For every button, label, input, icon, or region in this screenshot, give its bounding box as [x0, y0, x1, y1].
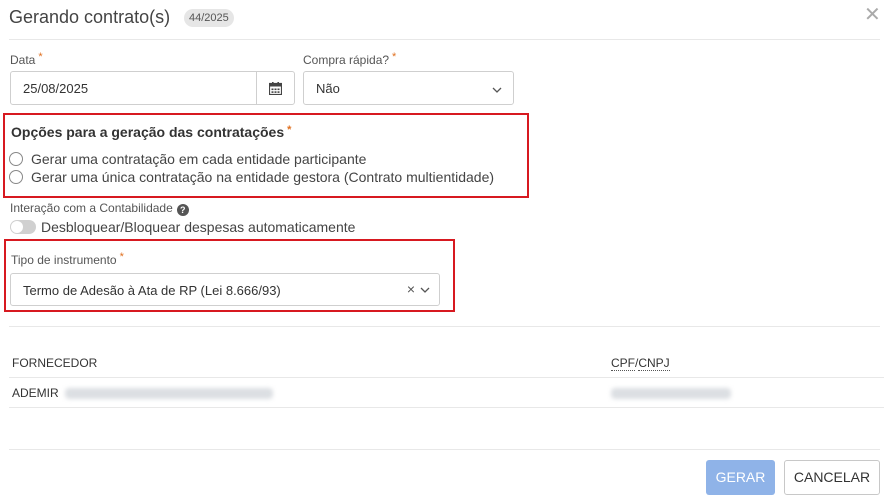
chevron-down-icon [492, 87, 502, 93]
section-divider [9, 326, 880, 327]
dialog-title: Gerando contrato(s) [9, 7, 171, 27]
footer-divider [9, 449, 880, 450]
radio-option-each-entity[interactable]: Gerar uma contratação em cada entidade p… [9, 151, 366, 167]
table-row[interactable]: ADEMIR [12, 386, 274, 400]
contabilidade-label: Interação com a Contabilidade? [10, 201, 189, 216]
calendar-button[interactable] [256, 72, 294, 104]
contract-number-badge: 44/2025 [184, 9, 234, 27]
toggle-label: Desbloquear/Bloquear despesas automatica… [41, 219, 356, 235]
date-value: 25/08/2025 [23, 81, 89, 96]
compra-rapida-select[interactable]: Não [303, 71, 514, 105]
instrumento-label: Tipo de instrumento * [11, 251, 124, 267]
chevron-down-icon [420, 287, 430, 293]
radio-option-single-entity[interactable]: Gerar uma única contratação na entidade … [9, 169, 494, 185]
table-cell-cpf-cnpj [611, 386, 731, 400]
close-icon[interactable]: ✕ [864, 5, 881, 25]
radio-button[interactable] [9, 170, 23, 184]
instrumento-value: Termo de Adesão à Ata de RP (Lei 8.666/9… [23, 283, 281, 298]
radio-button[interactable] [9, 152, 23, 166]
date-field[interactable]: 25/08/2025 [10, 71, 295, 105]
compra-rapida-label: Compra rápida? * [303, 51, 397, 67]
header-divider [9, 39, 880, 40]
table-header-divider [9, 377, 884, 378]
dialog-header: Gerando contrato(s) 44/2025 ✕ [0, 0, 891, 38]
calendar-icon [269, 81, 282, 95]
instrumento-select[interactable]: Termo de Adesão à Ata de RP (Lei 8.666/9… [10, 273, 440, 306]
despesas-toggle[interactable] [10, 220, 36, 234]
date-label: Data * [10, 51, 43, 67]
redacted-document [611, 388, 731, 400]
compra-rapida-value: Não [316, 81, 340, 96]
column-header-fornecedor: FORNECEDOR [12, 356, 98, 370]
redacted-name [65, 388, 274, 400]
clear-icon[interactable]: × [407, 281, 415, 297]
table-row-divider [9, 407, 884, 408]
column-header-cpf-cnpj: CPF/CNPJ [611, 356, 670, 371]
gerar-button[interactable]: GERAR [706, 460, 775, 495]
help-icon[interactable]: ? [176, 204, 189, 216]
toggle-knob [11, 221, 23, 233]
cancel-button[interactable]: CANCELAR [784, 460, 880, 495]
opcoes-title: Opções para a geração das contratações * [11, 124, 292, 140]
